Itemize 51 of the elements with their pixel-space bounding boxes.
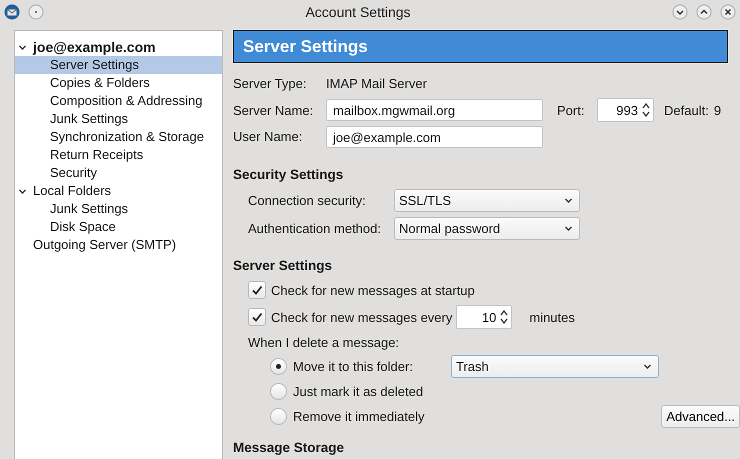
- user-name-field[interactable]: joe@example.com: [326, 126, 543, 148]
- field-label: Default:: [664, 102, 709, 118]
- interval-field[interactable]: 10: [456, 305, 512, 330]
- field-label: User Name:: [233, 129, 304, 144]
- page-header: Server Settings: [233, 30, 728, 63]
- unit-label: minutes: [529, 310, 575, 325]
- maximize-button[interactable]: [696, 4, 712, 20]
- tree-item[interactable]: Return Receipts: [15, 146, 222, 164]
- chevron-icon[interactable]: [564, 196, 573, 205]
- tree-item[interactable]: Server Settings: [15, 56, 222, 74]
- section-heading: Server Settings: [233, 257, 334, 276]
- server-name-field[interactable]: mailbox.mgwmail.org: [326, 99, 543, 122]
- delete-label: When I delete a message:: [247, 334, 400, 352]
- checkbox-label[interactable]: Check for new messages at startup: [271, 282, 475, 298]
- tree-item[interactable]: Disk Space: [15, 218, 222, 236]
- tree-item[interactable]: Junk Settings: [15, 200, 222, 218]
- minimize-button[interactable]: [672, 4, 688, 20]
- dropdown[interactable]: SSL/TLS: [394, 188, 580, 212]
- section-heading: Security Settings: [233, 166, 344, 184]
- radio-button[interactable]: [270, 383, 287, 400]
- radio-label[interactable]: Move it to this folder:: [293, 359, 413, 374]
- advanced-button[interactable]: Advanced...: [661, 405, 740, 428]
- field-label: Server Type:: [233, 76, 308, 91]
- tree-item[interactable]: Copies & Folders: [15, 74, 222, 92]
- radio-label[interactable]: Just mark it as deleted: [293, 384, 424, 400]
- bird-envelope-icon: [4, 4, 20, 20]
- radio-button[interactable]: [270, 408, 287, 426]
- window-title: Account Settings: [304, 4, 412, 20]
- field-label: Connection security:: [248, 192, 367, 208]
- tree-item[interactable]: Junk Settings: [15, 110, 222, 128]
- tree-item[interactable]: Composition & Addressing: [15, 92, 222, 110]
- tree-item[interactable]: Outgoing Server (SMTP): [15, 236, 222, 254]
- chevron-icon[interactable]: [564, 224, 573, 234]
- dropdown[interactable]: Normal password: [394, 217, 580, 240]
- default-port-value: 9: [714, 102, 722, 118]
- field-label: Authentication method:: [248, 221, 382, 236]
- port-field[interactable]: 993: [597, 98, 654, 122]
- radio-label[interactable]: Remove it immediately: [293, 409, 424, 424]
- tree-item[interactable]: Security: [15, 164, 222, 182]
- tree-item[interactable]: joe@example.com: [15, 38, 222, 56]
- chevron-icon[interactable]: [642, 362, 652, 372]
- radio-button[interactable]: [270, 358, 287, 376]
- folder-dropdown[interactable]: Trash: [450, 355, 659, 378]
- field-label: Port:: [557, 102, 586, 118]
- server-type-value: IMAP Mail Server: [326, 76, 427, 91]
- close-button[interactable]: [720, 4, 736, 20]
- tree-item[interactable]: Synchronization & Storage: [15, 128, 222, 146]
- checkbox-label[interactable]: Check for new messages every: [271, 310, 452, 325]
- tree-item[interactable]: Local Folders: [15, 182, 222, 200]
- field-label: Server Name:: [233, 102, 314, 118]
- section-heading: Message Storage: [233, 439, 346, 458]
